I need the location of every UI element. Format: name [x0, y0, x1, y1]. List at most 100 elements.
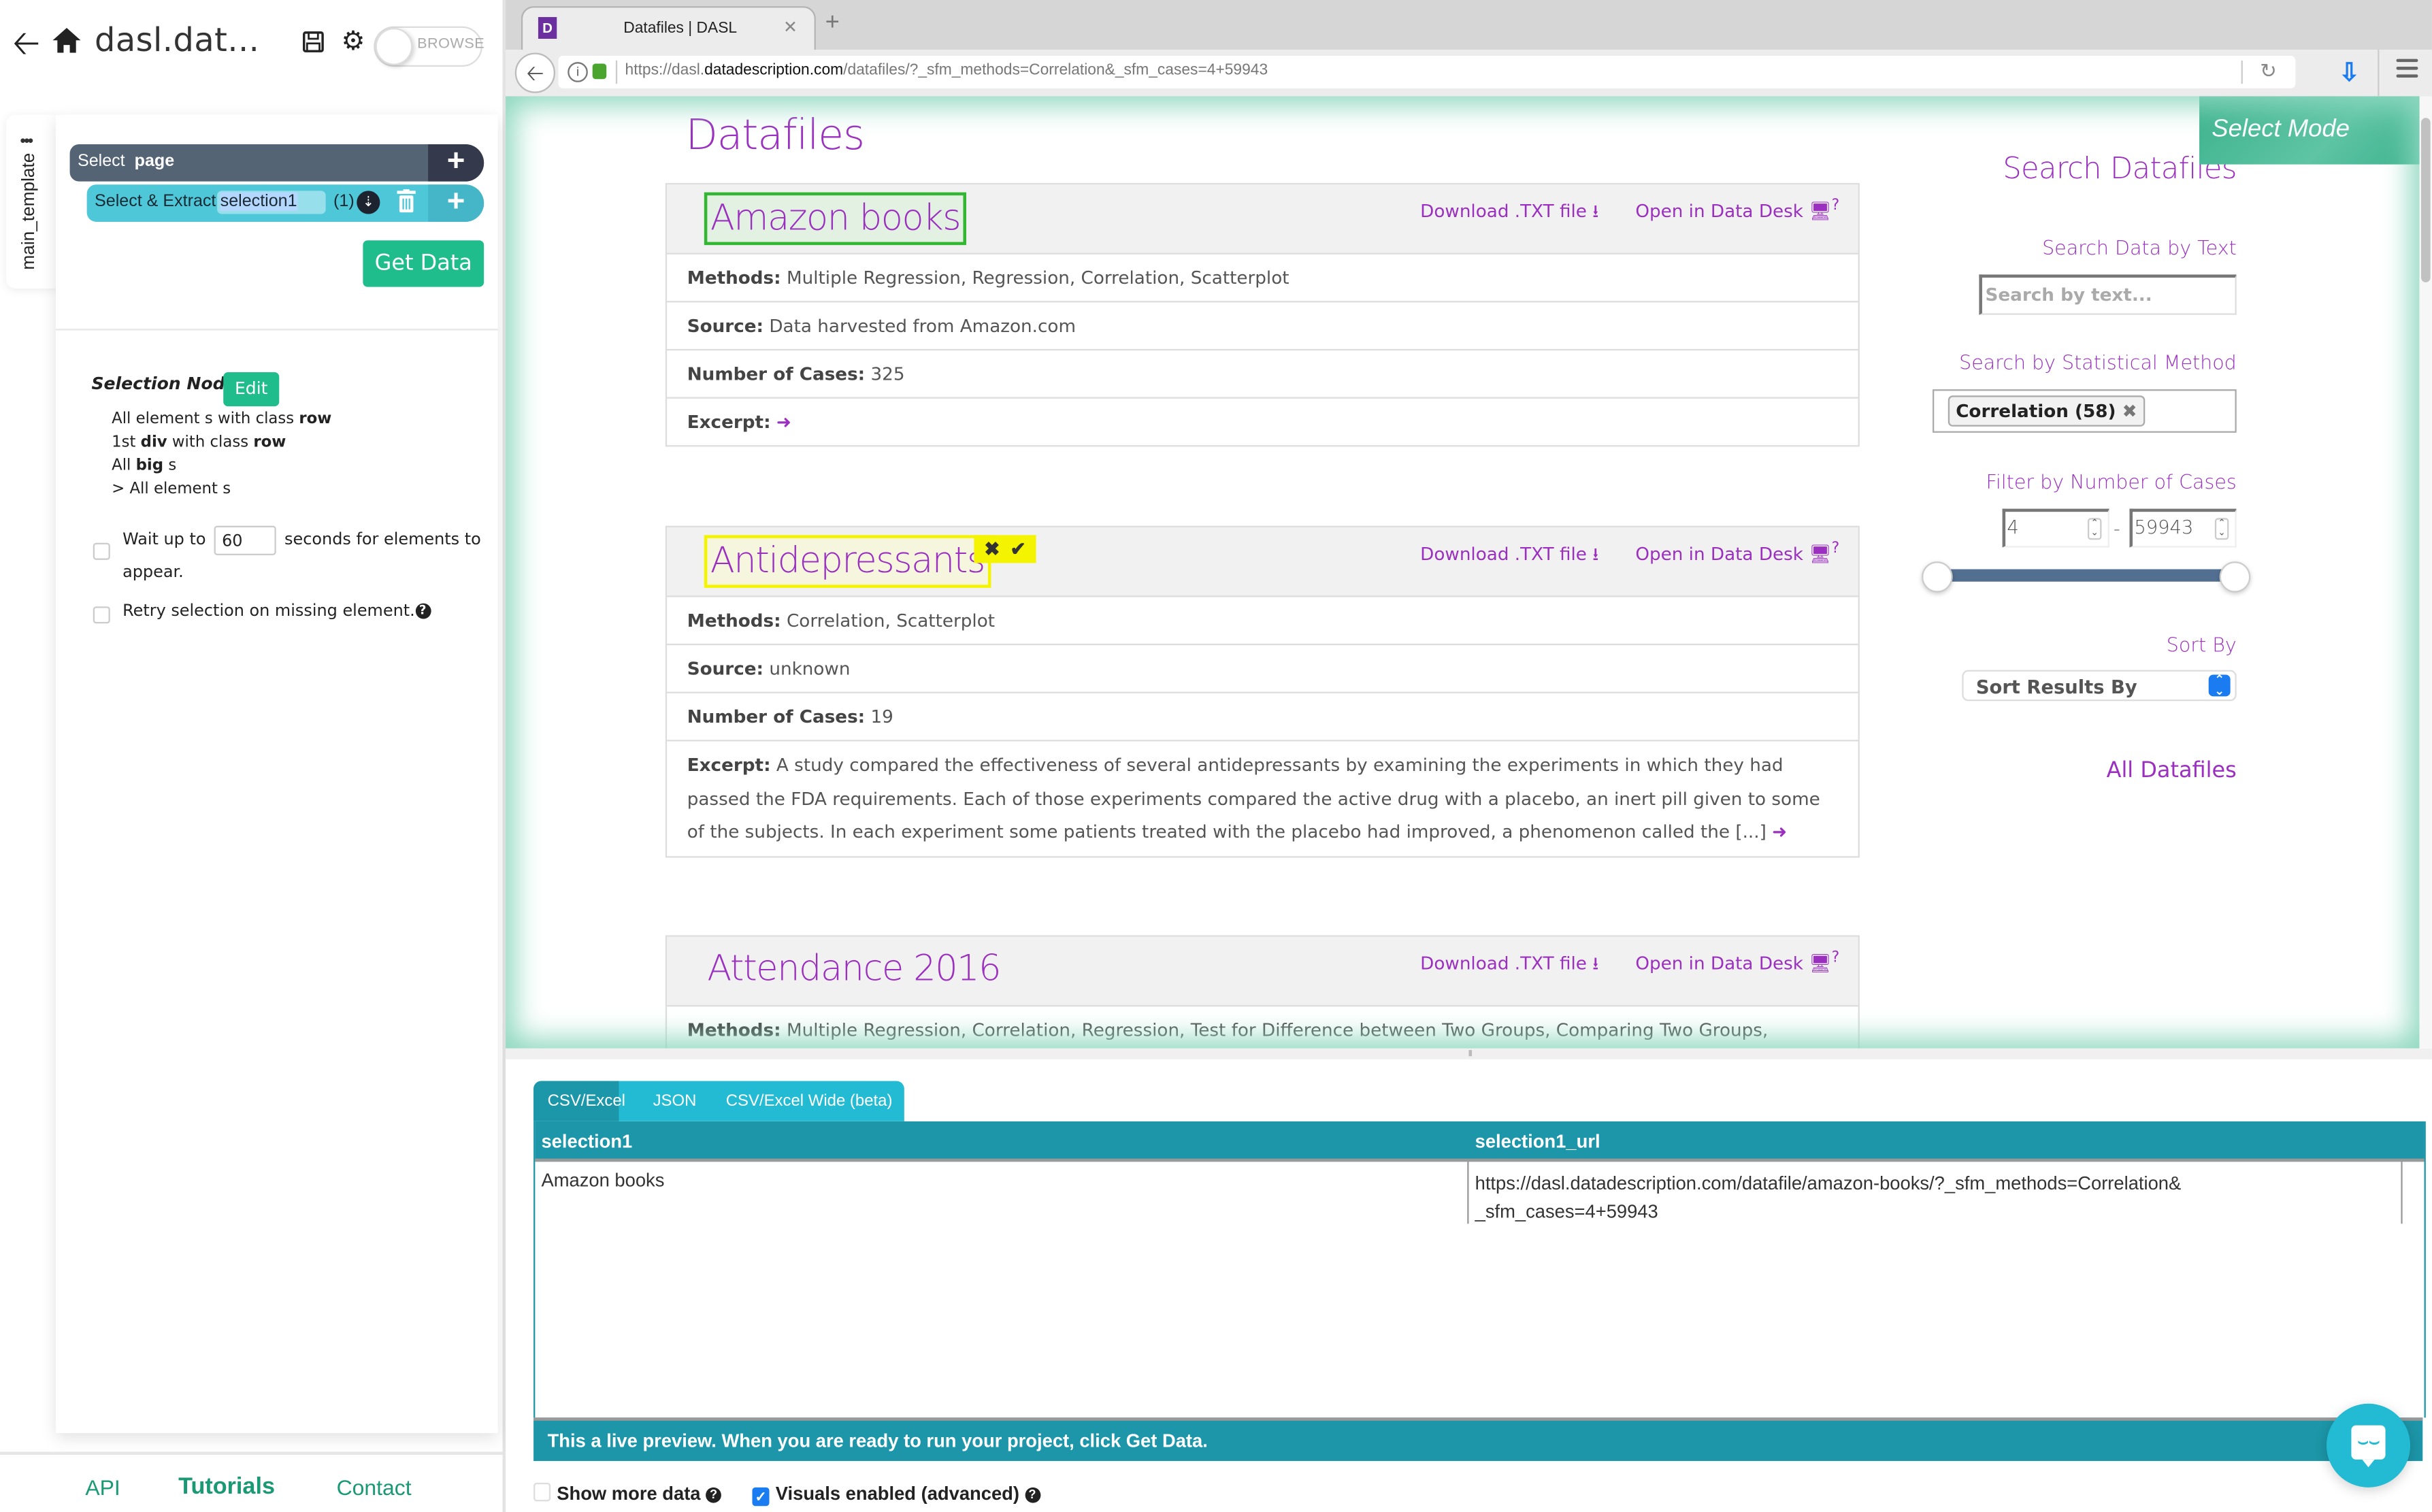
slider-handle-min[interactable]	[1922, 561, 1953, 593]
datafile-card: Antidepressants ✖ ✔ Download .TXT file ⭳…	[665, 525, 1860, 857]
datafile-title-link[interactable]: Amazon books	[704, 192, 967, 246]
column-header: selection1	[541, 1130, 633, 1153]
sort-select[interactable]: Sort Results By ⌃ ⌄	[1962, 670, 2237, 702]
open-datadesk-link[interactable]: Open in Data Desk 🖥?	[1620, 540, 1839, 564]
contact-link[interactable]: Contact	[337, 1475, 412, 1500]
hamburger-menu-icon[interactable]	[2396, 59, 2418, 78]
read-more-arrow-icon[interactable]: ➜	[1772, 821, 1787, 842]
wait-checkbox[interactable]	[93, 542, 110, 560]
download-txt-link[interactable]: Download .TXT file ⭳	[1404, 200, 1598, 222]
cases-max-input[interactable]: 59943 ⌃ ⌄	[2129, 508, 2237, 548]
downloads-icon[interactable]: ⇩	[2339, 57, 2360, 88]
close-tab-icon[interactable]: ✕	[783, 17, 798, 37]
toggle-label: BROWSE	[417, 35, 485, 53]
browse-toggle[interactable]: BROWSE	[374, 26, 485, 67]
method-filter-input[interactable]: Correlation (58) ✖	[1933, 389, 2237, 433]
help-icon[interactable]: ?	[1024, 1487, 1040, 1503]
scrollbar-thumb[interactable]	[2420, 118, 2431, 282]
reject-icon[interactable]: ✖	[984, 538, 1000, 560]
node-bold: row	[253, 434, 286, 452]
column-header: selection1_url	[1475, 1130, 1600, 1153]
url-path: /datafiles/?_sfm_methods=Correlation&_sf…	[843, 62, 1268, 80]
tab-json[interactable]: JSON	[653, 1092, 697, 1111]
browser-back-button[interactable]: 🡠	[514, 52, 555, 93]
open-datadesk-link[interactable]: Open in Data Desk 🖥?	[1620, 949, 1839, 974]
more-icon[interactable]: •••	[20, 134, 33, 150]
open-label: Open in Data Desk	[1635, 952, 1804, 974]
table-cell: https://dasl.datadescription.com/datafil…	[1475, 1172, 2182, 1223]
cases-range-slider[interactable]	[1922, 561, 2251, 593]
datafile-title-link[interactable]: Antidepressants	[704, 535, 991, 588]
url-text[interactable]: https://dasl.datadescription.com/datafil…	[625, 62, 1268, 79]
page-scrollbar[interactable]	[2419, 96, 2432, 1049]
wait-seconds-input[interactable]: 60	[214, 525, 276, 555]
toggle-knob	[375, 28, 413, 65]
retry-checkbox[interactable]	[93, 606, 110, 624]
template-tab[interactable]: ••• main_template	[6, 114, 63, 289]
cases-filter-label: Filter by Number of Cases	[1986, 470, 2237, 493]
open-datadesk-link[interactable]: Open in Data Desk 🖥?	[1620, 197, 1839, 222]
divider	[2241, 60, 2243, 84]
node-text: All element s with class	[112, 411, 299, 429]
spinner-icon[interactable]: ⌃ ⌄	[2214, 518, 2229, 540]
accept-icon[interactable]: ✔	[1010, 538, 1026, 560]
home-icon[interactable]	[51, 24, 82, 56]
panel-resize-handle[interactable]	[506, 1048, 2432, 1059]
slider-handle-max[interactable]	[2219, 561, 2251, 593]
column-divider	[2401, 1162, 2403, 1224]
methods-value: Multiple Regression, Regression, Correla…	[786, 267, 1289, 289]
api-link[interactable]: API	[85, 1475, 120, 1500]
node-line: All big s	[112, 455, 331, 478]
tutorials-link[interactable]: Tutorials	[178, 1473, 275, 1500]
get-data-button[interactable]: Get Data	[363, 240, 484, 287]
gear-icon[interactable]: ⚙	[341, 27, 365, 56]
help-icon[interactable]: ?	[706, 1487, 721, 1503]
help-icon[interactable]: ?	[414, 603, 431, 619]
trash-icon[interactable]	[397, 189, 416, 213]
table-header: selection1 selection1_url	[535, 1121, 2425, 1162]
source-row: Source: Data harvested from Amazon.com	[667, 302, 1858, 351]
project-title: dasl.dat...	[95, 21, 260, 59]
methods-value: Multiple Regression, Correlation, Regres…	[786, 1019, 1769, 1041]
divider	[56, 329, 498, 331]
new-tab-button[interactable]: +	[825, 10, 840, 37]
datafile-title-link[interactable]: Attendance 2016	[704, 946, 1004, 992]
divider	[2378, 49, 2380, 97]
back-arrow-icon[interactable]: 🡠	[12, 24, 40, 62]
select-extract-command[interactable]: Select & Extract selection1 (1) ⇣ +	[86, 184, 484, 222]
extract-download-icon[interactable]: ⇣	[357, 191, 380, 214]
remove-chip-icon[interactable]: ✖	[2122, 400, 2137, 422]
download-txt-link[interactable]: Download .TXT file ⭳	[1404, 952, 1598, 974]
download-txt-link[interactable]: Download .TXT file ⭳	[1404, 542, 1598, 564]
add-child-command-button[interactable]: +	[428, 184, 484, 222]
tab-csv[interactable]: CSV/Excel	[548, 1092, 625, 1111]
cases-min-input[interactable]: 4 ⌃ ⌄	[2002, 508, 2109, 548]
save-icon[interactable]	[302, 31, 324, 53]
add-command-button[interactable]: +	[428, 144, 484, 182]
spinner-icon[interactable]: ⌃ ⌄	[2087, 518, 2102, 540]
selection-suggestion-controls: ✖ ✔	[974, 535, 1036, 563]
chat-support-button[interactable]: ⌣⌣ ⌣	[2326, 1403, 2411, 1488]
all-datafiles-link[interactable]: All Datafiles	[2107, 759, 2237, 783]
favicon-icon: D	[538, 17, 557, 39]
node-bold: div	[140, 434, 167, 452]
tab-csv-wide[interactable]: CSV/Excel Wide (beta)	[726, 1092, 893, 1111]
show-more-checkbox[interactable]	[533, 1483, 551, 1502]
node-line: > All element s	[112, 478, 331, 501]
address-bar[interactable]: i https://dasl.datadescription.com/dataf…	[558, 56, 2296, 88]
datafile-actions: Download .TXT file ⭳ Open in Data Desk 🖥…	[1390, 197, 1839, 229]
read-more-arrow-icon[interactable]: ➜	[776, 411, 791, 433]
visuals-checkbox[interactable]: ✓	[752, 1487, 770, 1507]
edit-button[interactable]: Edit	[223, 372, 280, 407]
column-divider	[1467, 1162, 1469, 1224]
sort-value: Sort Results By	[1975, 676, 2137, 698]
select-page-command[interactable]: Select page +	[69, 144, 484, 182]
range-dash: -	[2113, 518, 2120, 540]
open-label: Open in Data Desk	[1635, 199, 1804, 222]
search-text-input[interactable]: Search by text...	[1979, 274, 2237, 315]
browser-tab[interactable]: D Datafiles | DASL ✕	[521, 6, 816, 52]
method-chip: Correlation (58) ✖	[1948, 395, 2145, 427]
reload-icon[interactable]: ↻	[2260, 59, 2277, 84]
info-icon[interactable]: i	[568, 62, 588, 82]
selection-name-input[interactable]: selection1	[217, 191, 326, 214]
